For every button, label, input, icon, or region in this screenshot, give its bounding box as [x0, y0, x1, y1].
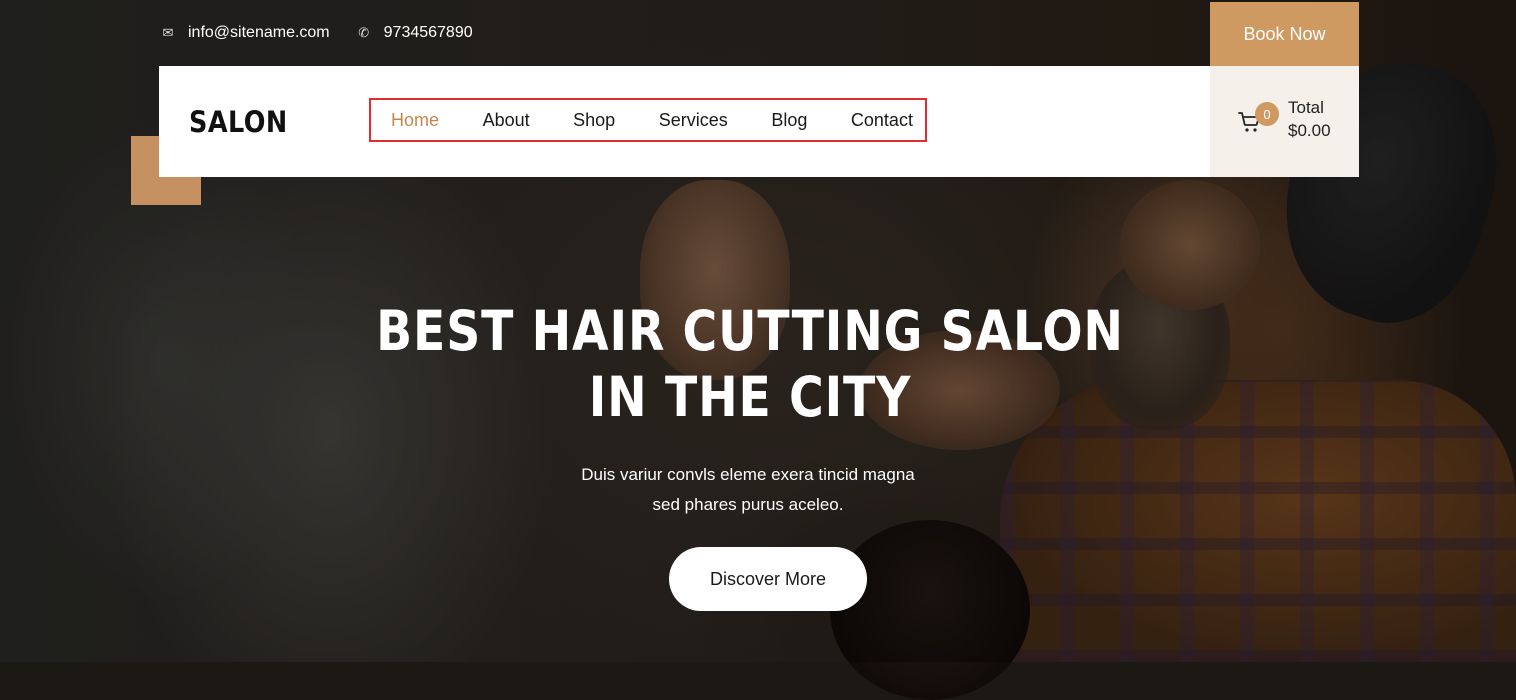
- hero-subtitle-line-1: Duis variur convls eleme exera tincid ma…: [581, 465, 915, 484]
- book-now-button[interactable]: Book Now: [1210, 2, 1359, 66]
- phone-text[interactable]: 9734567890: [384, 24, 473, 42]
- main-navigation: Home About Shop Services Blog Contact: [369, 98, 927, 142]
- nav-item-home[interactable]: Home: [391, 110, 439, 131]
- nav-item-about[interactable]: About: [483, 110, 530, 131]
- hero-title-line-2: IN THE CITY: [588, 365, 912, 429]
- nav-item-services[interactable]: Services: [659, 110, 728, 131]
- hero-subtitle: Duis variur convls eleme exera tincid ma…: [448, 460, 1048, 520]
- site-logo[interactable]: SALON: [189, 66, 288, 177]
- top-contact-bar: ✉ info@sitename.com ✆ 9734567890: [160, 0, 473, 66]
- hero-title-line-1: BEST HAIR CUTTING SALON: [376, 299, 1124, 363]
- nav-item-shop[interactable]: Shop: [573, 110, 615, 131]
- nav-item-blog[interactable]: Blog: [771, 110, 807, 131]
- cart-total: Total $0.00: [1288, 96, 1331, 142]
- hero-title: BEST HAIR CUTTING SALON IN THE CITY: [363, 298, 1137, 430]
- envelope-icon: ✉: [162, 25, 174, 40]
- email-text[interactable]: info@sitename.com: [188, 24, 330, 42]
- cart-total-label: Total: [1288, 98, 1324, 117]
- discover-more-button[interactable]: Discover More: [669, 547, 867, 611]
- cart-total-value: $0.00: [1288, 121, 1331, 140]
- nav-item-contact[interactable]: Contact: [851, 110, 913, 131]
- site-header: SALON Home About Shop Services Blog Cont…: [159, 66, 1359, 177]
- cart-summary[interactable]: 0 Total $0.00: [1210, 66, 1359, 177]
- phone-icon: ✆: [358, 25, 370, 40]
- hero-subtitle-line-2: sed phares purus aceleo.: [652, 495, 844, 514]
- cart-count-badge: 0: [1255, 102, 1279, 126]
- phone-contact[interactable]: ✆ 9734567890: [356, 24, 473, 42]
- email-contact[interactable]: ✉ info@sitename.com: [160, 24, 330, 42]
